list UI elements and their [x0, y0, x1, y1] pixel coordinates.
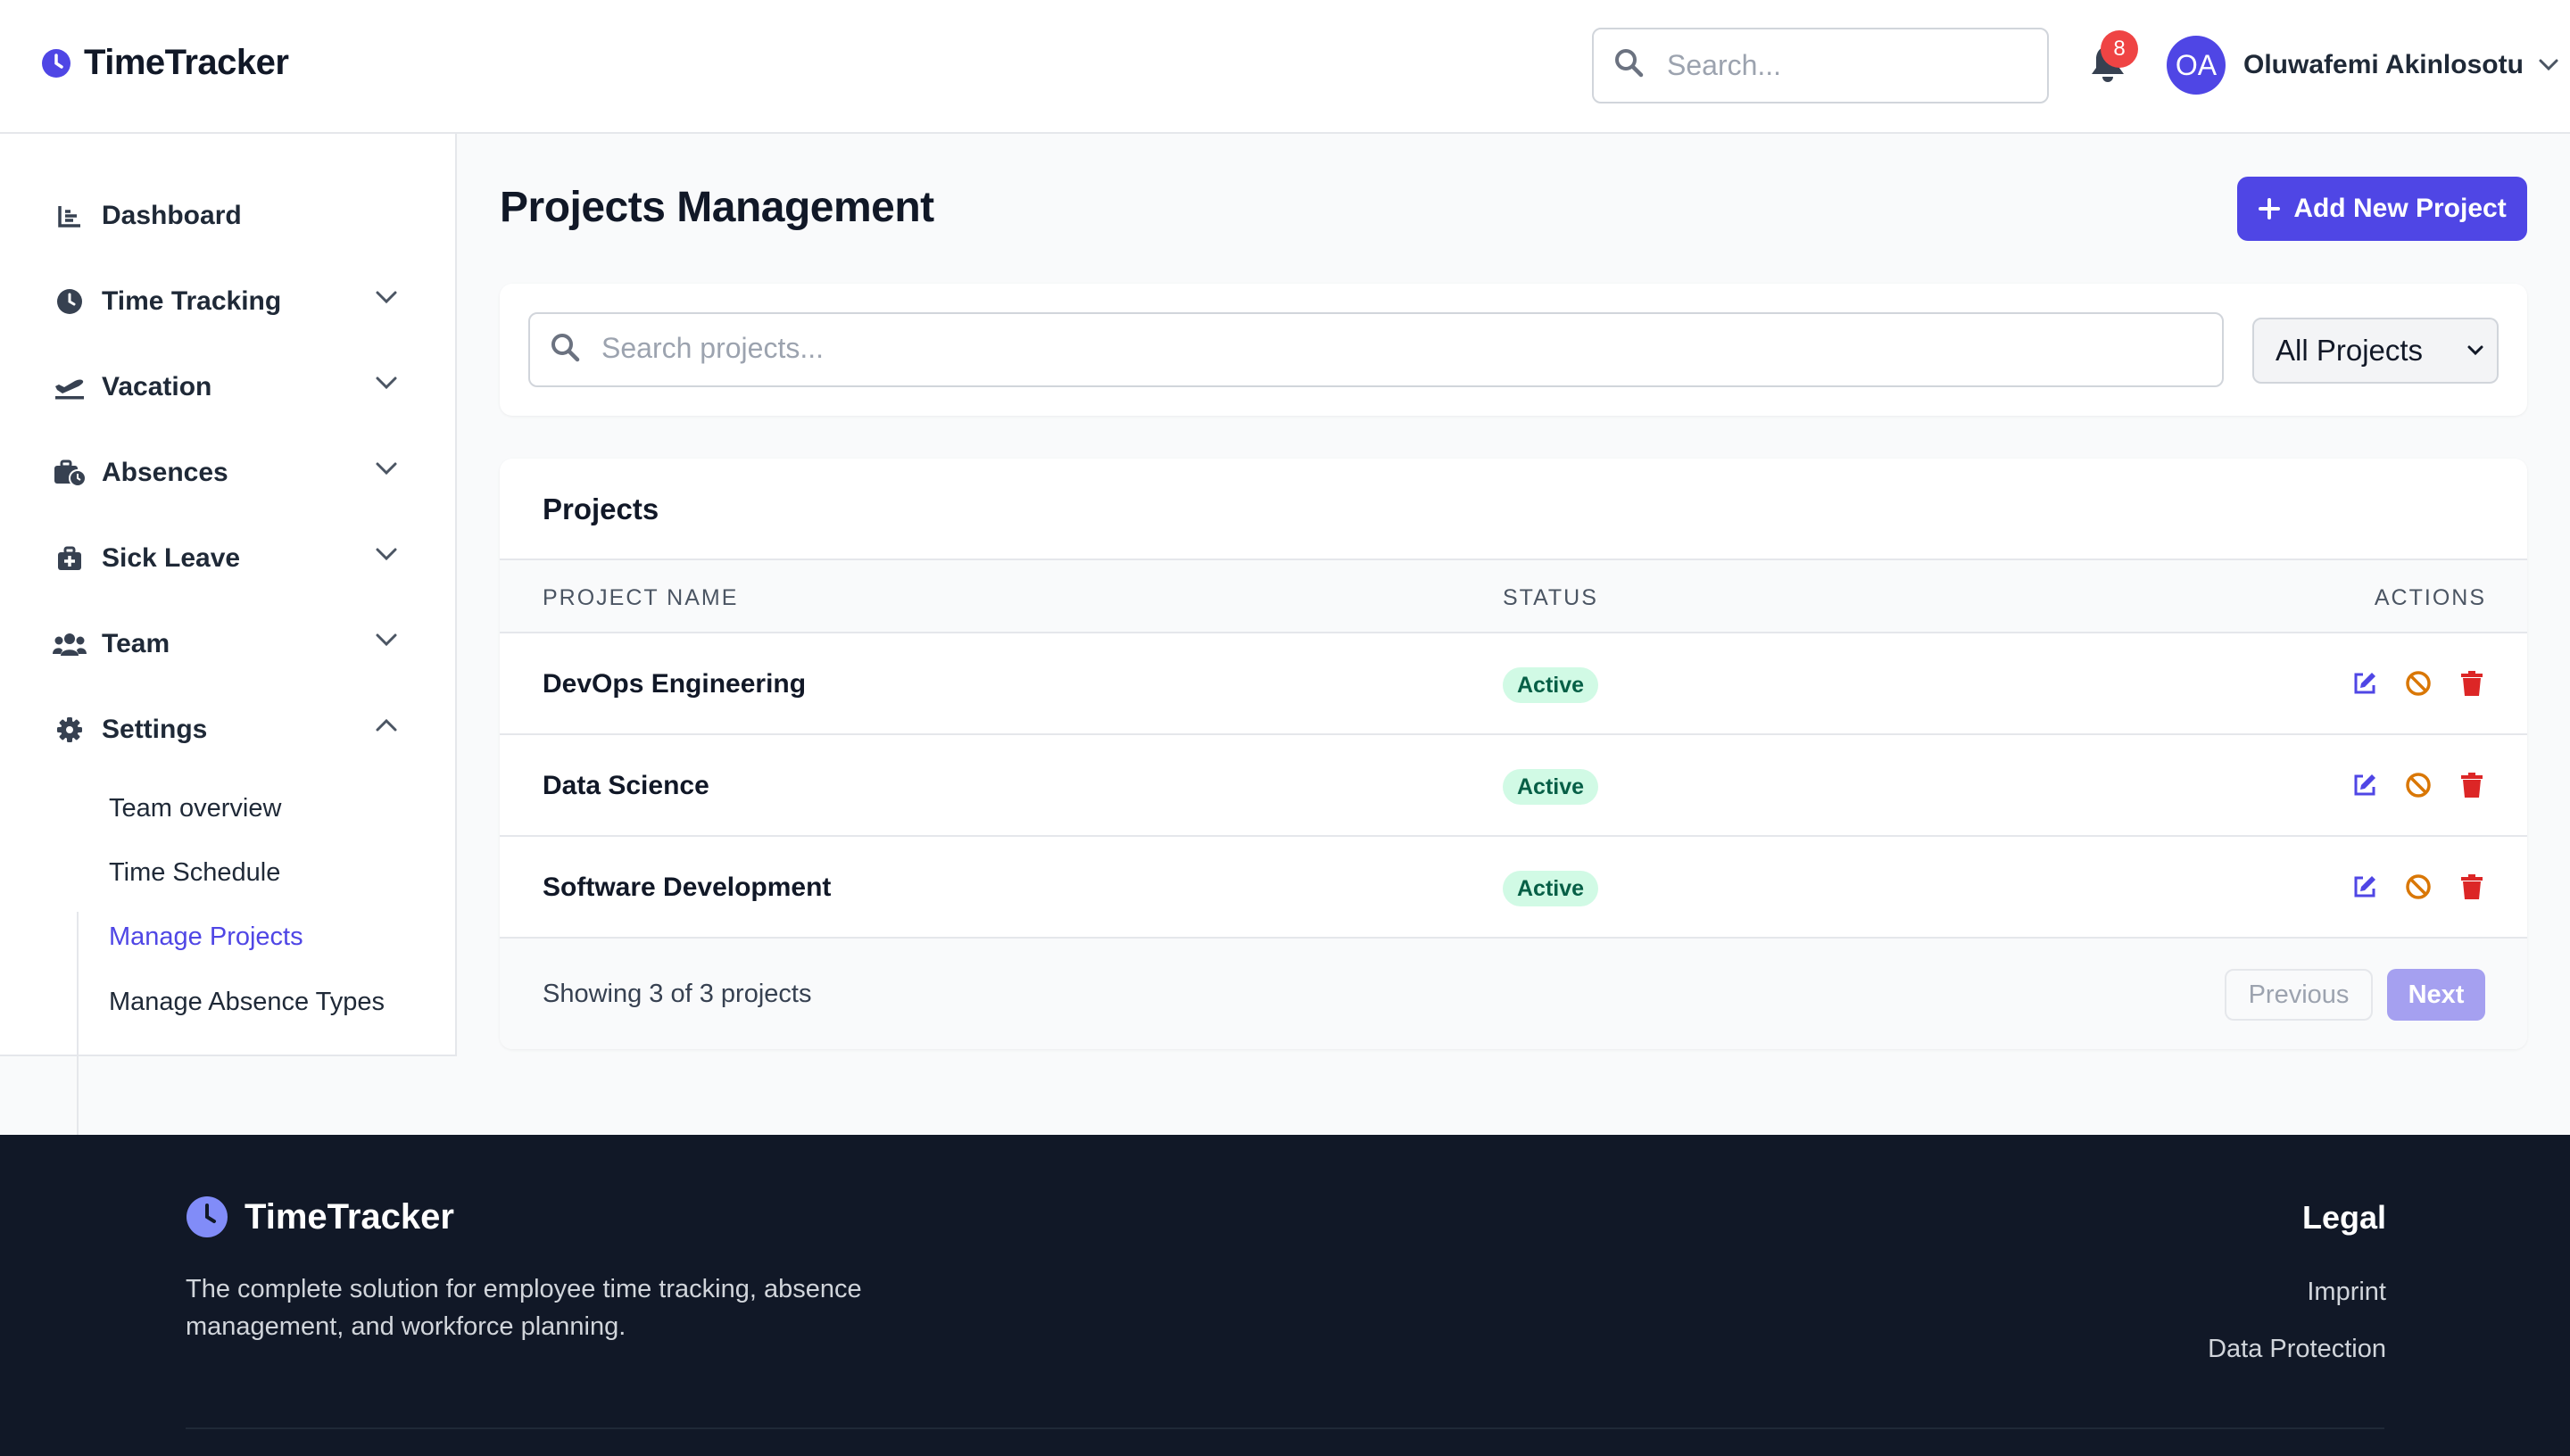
user-menu[interactable]: OA Oluwafemi Akinlosotu: [2167, 36, 2559, 95]
project-name: Software Development: [543, 873, 832, 902]
sidebar-item-label: Time Tracking: [102, 286, 282, 316]
users-icon: [50, 625, 89, 664]
trash-icon[interactable]: [2458, 771, 2486, 799]
clock-logo-icon: [187, 1196, 228, 1237]
submenu-item-manage-projects[interactable]: Manage Projects: [109, 922, 303, 952]
sidebar-item-vacation[interactable]: Vacation: [36, 353, 410, 421]
sidebar-item-team[interactable]: Team: [36, 610, 410, 678]
business-time-icon: [50, 453, 89, 492]
clock-icon: [50, 282, 89, 321]
table-header: PROJECT NAME STATUS ACTIONS: [500, 558, 2527, 633]
app-name: TimeTracker: [84, 43, 289, 82]
global-search[interactable]: [1592, 28, 2049, 103]
table-row: Data Science Active: [500, 735, 2527, 837]
status-badge: Active: [1503, 871, 1599, 906]
column-header-status: STATUS: [1503, 585, 1598, 610]
table-row: DevOps Engineering Active: [500, 633, 2527, 735]
footer-divider: [186, 1427, 2384, 1429]
global-search-input[interactable]: [1667, 49, 2024, 82]
avatar: OA: [2167, 36, 2226, 95]
footer-logo[interactable]: TimeTracker: [186, 1195, 454, 1238]
project-search-input[interactable]: [601, 332, 2190, 365]
top-navigation-bar: TimeTracker 8 OA Oluwafemi Akinlosotu: [0, 0, 2570, 134]
submenu-item-team-overview[interactable]: Team overview: [109, 794, 281, 823]
sidebar-item-time-tracking[interactable]: Time Tracking: [36, 268, 410, 335]
project-filter-value: All Projects: [2276, 334, 2424, 367]
sidebar-divider: [0, 1055, 457, 1056]
edit-icon[interactable]: [2350, 873, 2379, 901]
add-new-project-label: Add New Project: [2293, 194, 2507, 223]
deactivate-icon[interactable]: [2404, 771, 2433, 799]
table-footer: Showing 3 of 3 projects Previous Next: [500, 939, 2527, 1049]
footer-link-data-protection[interactable]: Data Protection: [2208, 1335, 2386, 1364]
sidebar-item-sick-leave[interactable]: Sick Leave: [36, 525, 410, 592]
gear-icon: [50, 710, 89, 749]
edit-icon[interactable]: [2350, 669, 2379, 698]
clock-logo-icon: [42, 48, 70, 78]
chevron-down-icon: [376, 633, 397, 647]
project-filter-select[interactable]: All Projects: [2252, 318, 2499, 384]
column-header-project-name: PROJECT NAME: [543, 585, 739, 610]
trash-icon[interactable]: [2458, 669, 2486, 698]
settings-submenu-rail: [77, 912, 79, 1167]
submenu-item-time-schedule[interactable]: Time Schedule: [109, 858, 280, 888]
trash-icon[interactable]: [2458, 873, 2486, 901]
project-name: DevOps Engineering: [543, 669, 807, 699]
footer-link-imprint[interactable]: Imprint: [2307, 1278, 2386, 1307]
footer-description: The complete solution for employee time …: [186, 1275, 862, 1341]
sidebar-item-label: Team: [102, 629, 170, 658]
chevron-down-icon: [376, 291, 397, 304]
chevron-up-icon: [376, 718, 397, 732]
search-icon: [1613, 47, 1644, 82]
next-page-button[interactable]: Next: [2387, 969, 2485, 1021]
user-name: Oluwafemi Akinlosotu: [2243, 50, 2524, 79]
sidebar-item-label: Vacation: [102, 372, 212, 401]
previous-page-button[interactable]: Previous: [2225, 969, 2373, 1021]
chevron-down-icon: [2539, 59, 2558, 71]
submenu-item-manage-absence-types[interactable]: Manage Absence Types: [109, 988, 385, 1017]
sidebar-item-label: Dashboard: [102, 201, 242, 230]
medkit-icon: [50, 539, 89, 578]
projects-table-card: Projects PROJECT NAME STATUS ACTIONS Dev…: [500, 459, 2527, 1049]
sidebar: Dashboard Time Tracking Vacation Absence…: [0, 134, 457, 1167]
sidebar-item-dashboard[interactable]: Dashboard: [36, 182, 410, 250]
sidebar-item-label: Sick Leave: [102, 543, 241, 573]
deactivate-icon[interactable]: [2404, 669, 2433, 698]
search-icon: [550, 332, 580, 367]
notification-count-badge: 8: [2101, 30, 2138, 68]
column-header-actions: ACTIONS: [2374, 585, 2486, 610]
chevron-down-icon: [376, 462, 397, 476]
chevron-down-icon: [376, 376, 397, 390]
project-name: Data Science: [543, 771, 709, 800]
project-filter-card: All Projects: [500, 284, 2527, 416]
sidebar-item-absences[interactable]: Absences: [36, 439, 410, 507]
project-search[interactable]: [528, 312, 2224, 387]
add-new-project-button[interactable]: Add New Project: [2237, 177, 2527, 241]
projects-card-title: Projects: [543, 492, 659, 525]
sidebar-item-label: Settings: [102, 715, 208, 744]
site-footer: TimeTracker The complete solution for em…: [0, 1135, 2570, 1456]
footer-app-name: TimeTracker: [245, 1196, 454, 1237]
row-actions: [2350, 669, 2486, 698]
app-logo[interactable]: TimeTracker: [41, 43, 289, 83]
status-badge: Active: [1503, 769, 1599, 805]
sidebar-item-settings[interactable]: Settings: [36, 696, 410, 764]
plane-icon: [50, 368, 89, 407]
sidebar-item-label: Absences: [102, 458, 228, 487]
row-actions: [2350, 873, 2486, 901]
pagination-summary: Showing 3 of 3 projects: [543, 980, 812, 1008]
deactivate-icon[interactable]: [2404, 873, 2433, 901]
chevron-down-icon: [376, 548, 397, 561]
row-actions: [2350, 771, 2486, 799]
chart-icon: [50, 196, 89, 236]
chevron-down-icon: [2467, 345, 2483, 356]
table-row: Software Development Active: [500, 837, 2527, 939]
footer-legal-heading: Legal: [2301, 1199, 2386, 1236]
status-badge: Active: [1503, 667, 1599, 703]
page-title: Projects Management: [500, 184, 934, 231]
plus-icon: [2259, 198, 2281, 219]
edit-icon[interactable]: [2350, 771, 2379, 799]
